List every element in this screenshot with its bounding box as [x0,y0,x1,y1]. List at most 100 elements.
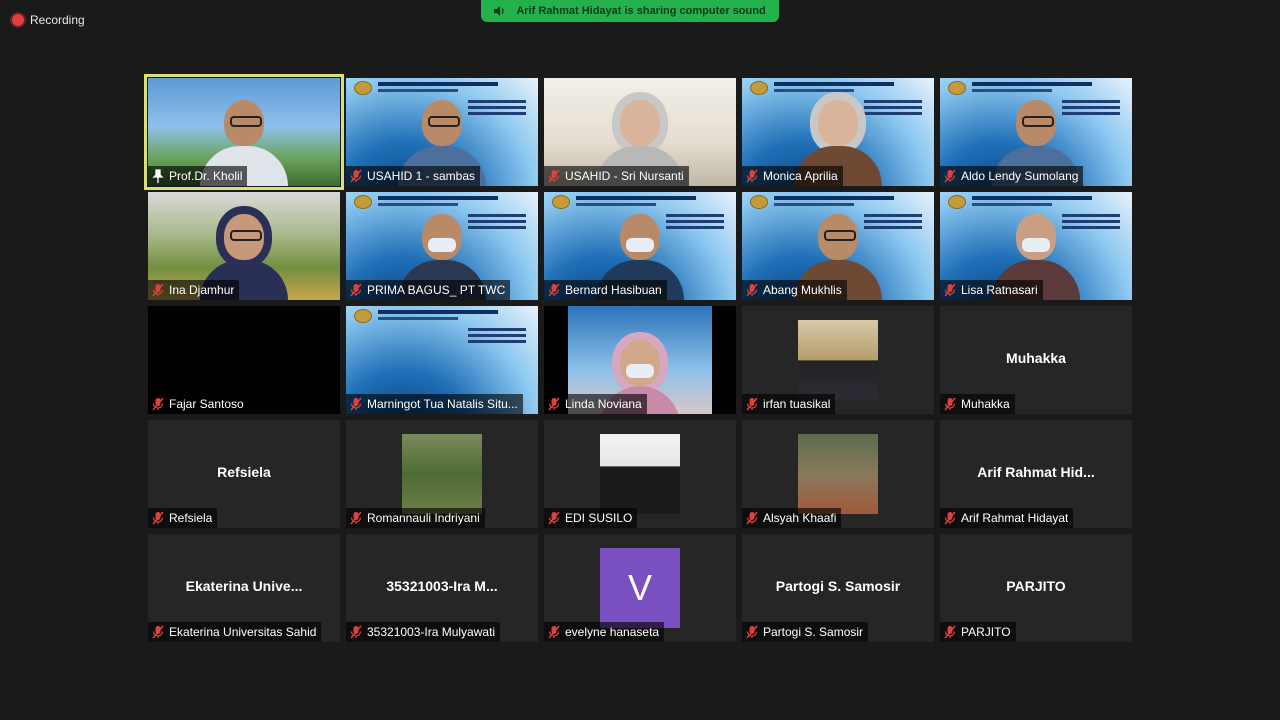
participant-tile[interactable]: EDI SUSILO [544,420,736,528]
participant-name: Romannauli Indriyani [367,511,480,525]
participant-name-tag: Marningot Tua Natalis Situ... [346,394,523,414]
participant-tile[interactable]: PARJITO PARJITO [940,534,1132,642]
mic-muted-icon [350,625,362,639]
participant-name: 35321003-Ira Mulyawati [367,625,496,639]
participant-tile[interactable]: USAHID - Sri Nursanti [544,78,736,186]
mic-muted-icon [548,397,560,411]
participant-tile[interactable]: 35321003-Ira M... 35321003-Ira Mulyawati [346,534,538,642]
profile-photo [798,320,878,400]
participant-name: Monica Aprilia [763,169,838,183]
participant-display-name: Ekaterina Unive... [185,578,303,594]
record-icon [12,14,24,26]
participant-name: Linda Noviana [565,397,642,411]
mic-muted-icon [746,397,758,411]
profile-photo [600,434,680,514]
participant-name-tag: 35321003-Ira Mulyawati [346,622,501,642]
participant-tile[interactable]: Lisa Ratnasari [940,192,1132,300]
slide-header [354,81,530,95]
slide-header [750,195,926,209]
participant-tile[interactable]: Linda Noviana [544,306,736,414]
participant-name: Marningot Tua Natalis Situ... [367,397,518,411]
slide-header [948,81,1124,95]
avatar: V [600,548,680,628]
participant-name-tag: irfan tuasikal [742,394,836,414]
participant-name: Arif Rahmat Hidayat [961,511,1069,525]
participant-name: Refsiela [169,511,213,525]
participant-name: Lisa Ratnasari [961,283,1038,297]
participant-name-tag: Muhakka [940,394,1015,414]
slide-text [468,328,526,354]
mic-muted-icon [548,511,560,525]
participant-name-tag: Ekaterina Universitas Sahid [148,622,322,642]
sharing-sound-text: Arif Rahmat Hidayat is sharing computer … [516,5,766,17]
participant-tile[interactable]: Arif Rahmat Hid... Arif Rahmat Hidayat [940,420,1132,528]
participant-tile[interactable]: Prof.Dr. Kholil [144,74,344,190]
participant-name: Alsyah Khaafi [763,511,837,525]
participant-name-tag: Lisa Ratnasari [940,280,1043,300]
participant-name: Prof.Dr. Kholil [169,169,243,183]
participant-tile[interactable]: Marningot Tua Natalis Situ... [346,306,538,414]
participant-tile[interactable]: Abang Mukhlis [742,192,934,300]
recording-indicator[interactable]: Recording [12,12,85,28]
participant-name-tag: Refsiela [148,508,218,528]
participant-tile[interactable]: Aldo Lendy Sumolang [940,78,1132,186]
mic-muted-icon [746,283,758,297]
participant-name-tag: PARJITO [940,622,1016,642]
participant-tile[interactable]: Partogi S. Samosir Partogi S. Samosir [742,534,934,642]
participant-tile[interactable]: V evelyne hanaseta [544,534,736,642]
participant-tile[interactable]: Ekaterina Unive... Ekaterina Universitas… [148,534,340,642]
participant-name: irfan tuasikal [763,397,831,411]
participant-name-tag: Partogi S. Samosir [742,622,869,642]
participant-name: USAHID - Sri Nursanti [565,169,684,183]
participant-name-tag: USAHID 1 - sambas [346,166,481,186]
mic-muted-icon [152,397,164,411]
participant-name-tag: evelyne hanaseta [544,622,665,642]
participant-name: evelyne hanaseta [565,625,660,639]
mic-muted-icon [548,625,560,639]
participant-tile[interactable]: Fajar Santoso [148,306,340,414]
profile-photo [402,434,482,514]
participant-tile[interactable]: USAHID 1 - sambas [346,78,538,186]
participant-tile[interactable]: irfan tuasikal [742,306,934,414]
participant-tile[interactable]: Ina Djamhur [148,192,340,300]
participant-name: EDI SUSILO [565,511,633,525]
mic-muted-icon [746,625,758,639]
participant-name: Aldo Lendy Sumolang [961,169,1079,183]
participant-name: Fajar Santoso [169,397,244,411]
participant-name-tag: EDI SUSILO [544,508,638,528]
participant-name: Ekaterina Universitas Sahid [169,625,317,639]
participant-name-tag: Monica Aprilia [742,166,843,186]
mic-muted-icon [944,625,956,639]
mic-muted-icon [350,169,362,183]
recording-label: Recording [30,13,85,27]
participant-name-tag: PRIMA BAGUS_ PT TWC [346,280,511,300]
participant-tile[interactable]: Alsyah Khaafi [742,420,934,528]
participant-name-tag: USAHID - Sri Nursanti [544,166,689,186]
slide-header [750,81,926,95]
mic-muted-icon [152,625,164,639]
participant-name-tag: Ina Djamhur [148,280,240,300]
mic-muted-icon [746,511,758,525]
participant-name-tag: Abang Mukhlis [742,280,847,300]
participant-name: Ina Djamhur [169,283,235,297]
mic-muted-icon [944,283,956,297]
participant-tile[interactable]: PRIMA BAGUS_ PT TWC [346,192,538,300]
mic-muted-icon [944,511,956,525]
participant-tile[interactable]: Muhakka Muhakka [940,306,1132,414]
mic-muted-icon [350,397,362,411]
mic-muted-icon [548,169,560,183]
participant-display-name: Arif Rahmat Hid... [977,464,1095,480]
mic-muted-icon [152,511,164,525]
participant-name-tag: Romannauli Indriyani [346,508,485,528]
participant-name-tag: Bernard Hasibuan [544,280,667,300]
participant-tile[interactable]: Bernard Hasibuan [544,192,736,300]
profile-photo [798,434,878,514]
participant-tile[interactable]: Monica Aprilia [742,78,934,186]
participant-name: USAHID 1 - sambas [367,169,476,183]
participant-tile[interactable]: Romannauli Indriyani [346,420,538,528]
slide-header [552,195,728,209]
participant-tile[interactable]: Refsiela Refsiela [148,420,340,528]
sharing-sound-banner: Arif Rahmat Hidayat is sharing computer … [481,0,779,22]
mic-muted-icon [350,511,362,525]
mic-muted-icon [944,169,956,183]
